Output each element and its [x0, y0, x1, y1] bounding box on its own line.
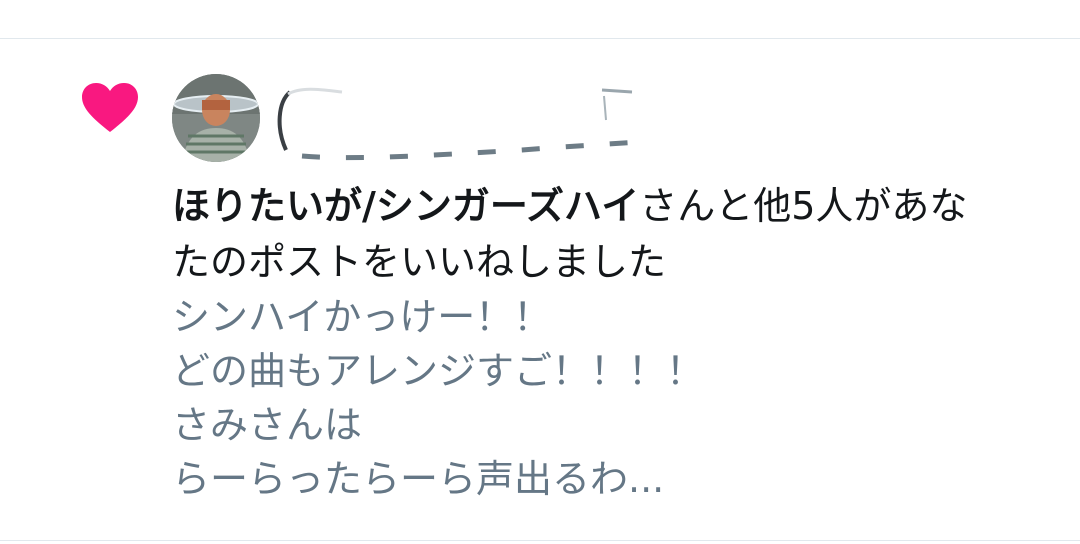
actor-name-link[interactable]: ほりたいが/シンガーズハイ	[172, 184, 639, 228]
heart-icon	[80, 82, 140, 134]
avatar[interactable]	[172, 74, 260, 162]
like-notification[interactable]: ほりたいが/シンガーズハイさんと他5人があな たのポストをいいねしました シンハ…	[0, 0, 1080, 544]
post-preview[interactable]: シンハイかっけー！！ どの曲もアレンジすご！！！！ さみさんは らーらったらーら…	[172, 290, 1052, 506]
notification-summary: ほりたいが/シンガーズハイさんと他5人があな たのポストをいいねしました	[172, 178, 1052, 290]
post-line: シンハイかっけー！！	[172, 295, 552, 339]
redacted-username	[272, 80, 642, 162]
post-line: らーらったらーら声出るわ...	[172, 457, 665, 501]
divider	[0, 540, 1080, 541]
summary-text-line2: たのポストをいいねしました	[172, 240, 667, 284]
summary-text: さんと他5人があな	[639, 184, 968, 228]
post-line: さみさんは	[172, 403, 363, 447]
post-line: どの曲もアレンジすご！！！！	[172, 349, 705, 393]
divider	[0, 38, 1080, 39]
